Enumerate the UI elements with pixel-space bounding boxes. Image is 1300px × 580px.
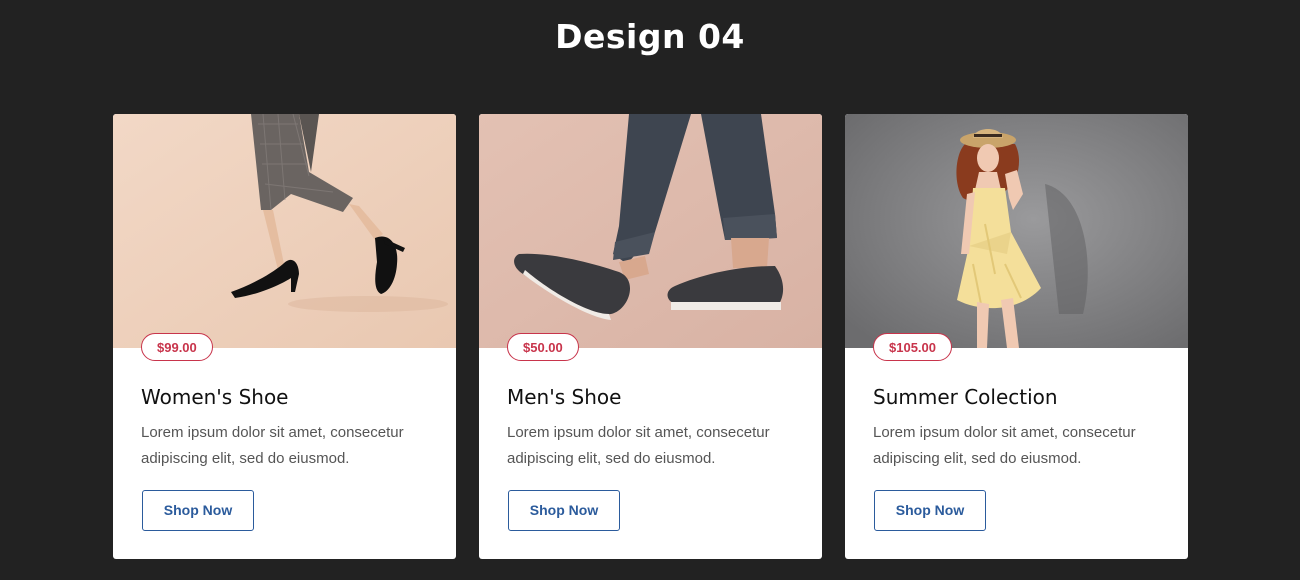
product-card-womens-shoe: $99.00 Women's Shoe Lorem ipsum dolor si… <box>113 114 456 559</box>
price-badge: $50.00 <box>507 333 579 361</box>
shop-now-button[interactable]: Shop Now <box>874 490 986 531</box>
product-image-summer-collection[interactable] <box>845 114 1188 348</box>
shop-now-button[interactable]: Shop Now <box>508 490 620 531</box>
card-title: Summer Colection <box>873 385 1058 409</box>
shop-now-button[interactable]: Shop Now <box>142 490 254 531</box>
card-title: Women's Shoe <box>141 385 289 409</box>
card-description: Lorem ipsum dolor sit amet, consecetur a… <box>507 424 770 467</box>
product-image-womens-shoe[interactable] <box>113 114 456 348</box>
card-description: Lorem ipsum dolor sit amet, consecetur a… <box>873 424 1136 467</box>
price-badge: $99.00 <box>141 333 213 361</box>
product-card-summer-collection: $105.00 Summer Colection Lorem ipsum dol… <box>845 114 1188 559</box>
page-title: Design 04 <box>555 17 745 56</box>
product-image-mens-shoe[interactable] <box>479 114 822 348</box>
card-title: Men's Shoe <box>507 385 622 409</box>
product-card-mens-shoe: $50.00 Men's Shoe Lorem ipsum dolor sit … <box>479 114 822 559</box>
card-description: Lorem ipsum dolor sit amet, consecetur a… <box>141 424 404 467</box>
price-badge: $105.00 <box>873 333 952 361</box>
